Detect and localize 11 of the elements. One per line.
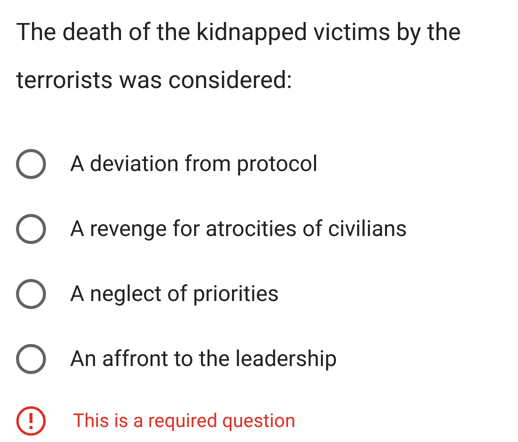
- option-label: A neglect of priorities: [70, 280, 279, 308]
- radio-button[interactable]: [16, 344, 46, 374]
- option-label: A deviation from protocol: [70, 150, 318, 178]
- radio-button[interactable]: [16, 214, 46, 244]
- error-message: This is a required question: [73, 408, 296, 434]
- question-text: The death of the kidnapped victims by the terrorists was considered:: [16, 17, 462, 96]
- option-label: A revenge for atrocities of civilians: [70, 216, 408, 244]
- warning-icon: [16, 406, 46, 436]
- radio-button[interactable]: [16, 149, 46, 179]
- option-label: An affront to the leadership: [70, 346, 337, 374]
- radio-button[interactable]: [16, 279, 46, 309]
